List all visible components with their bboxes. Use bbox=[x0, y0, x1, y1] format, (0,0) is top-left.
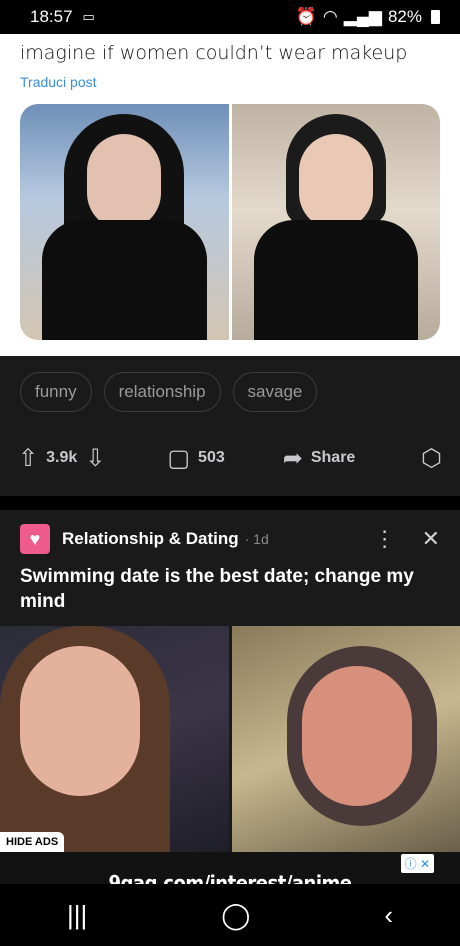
tag-savage[interactable]: savage bbox=[232, 372, 318, 412]
back-icon[interactable]: ‹ bbox=[384, 900, 393, 931]
more-icon[interactable]: ⋮ bbox=[374, 526, 396, 552]
signal-icon: ▂▄▆ bbox=[343, 7, 382, 26]
clock: 18:57 bbox=[30, 7, 73, 26]
award-icon[interactable]: ⬡ bbox=[421, 444, 442, 473]
tag-relationship[interactable]: relationship bbox=[103, 372, 221, 412]
translate-link[interactable]: Traduci post bbox=[20, 74, 440, 90]
heart-icon: ♥ bbox=[20, 524, 50, 554]
share-icon: ➦ bbox=[282, 444, 303, 472]
comment-button[interactable]: ▢ 503 bbox=[167, 444, 224, 473]
notification-icon: ▭ bbox=[82, 9, 95, 24]
vote-group: ⇧ 3.9k ⇩ bbox=[18, 444, 105, 473]
post-age: · 1d bbox=[244, 531, 269, 547]
comment-count: 503 bbox=[198, 449, 225, 466]
post-image-left bbox=[0, 626, 229, 852]
upvote-icon[interactable]: ⇧ bbox=[18, 444, 38, 473]
divider bbox=[0, 496, 460, 510]
post-header: ♥ Relationship & Dating · 1d ⋮ ✕ bbox=[20, 524, 440, 554]
post-image[interactable]: HIDE ADS bbox=[0, 626, 460, 852]
share-label: Share bbox=[310, 449, 356, 466]
post-title[interactable]: Swimming date is the best date; change m… bbox=[20, 564, 440, 614]
tweet-card[interactable]: imagine if women couldn’t wear makeup Tr… bbox=[0, 34, 460, 356]
hide-ads-button[interactable]: HIDE ADS bbox=[0, 832, 65, 852]
system-nav-bar: ||| ◯ ‹ bbox=[0, 884, 460, 946]
battery-level: 82% bbox=[387, 7, 422, 26]
share-button[interactable]: ➦ Share bbox=[283, 444, 356, 473]
upvote-count: 3.9k bbox=[46, 449, 78, 466]
recent-apps-icon[interactable]: ||| bbox=[67, 900, 87, 931]
post-actions: ⇧ 3.9k ⇩ ▢ 503 ➦ Share ⬡ bbox=[0, 428, 460, 496]
alarm-icon: ⏰ bbox=[295, 7, 317, 26]
post-image-right bbox=[231, 626, 460, 852]
tags-bar: funny relationship savage bbox=[0, 356, 460, 428]
home-icon[interactable]: ◯ bbox=[221, 900, 250, 931]
wifi-icon: ◠ bbox=[322, 7, 338, 26]
tweet-text: imagine if women couldn’t wear makeup bbox=[20, 42, 408, 64]
tweet-images[interactable] bbox=[20, 104, 440, 340]
close-icon[interactable]: ✕ bbox=[422, 526, 440, 552]
downvote-icon[interactable]: ⇩ bbox=[85, 444, 105, 473]
status-bar: 18:57 ▭ ⏰ ◠ ▂▄▆ 82% bbox=[0, 0, 460, 34]
post-card[interactable]: ♥ Relationship & Dating · 1d ⋮ ✕ Swimmin… bbox=[0, 510, 460, 914]
battery-icon bbox=[431, 10, 440, 24]
section-name[interactable]: Relationship & Dating bbox=[62, 529, 239, 549]
tweet-image-no-makeup[interactable] bbox=[231, 104, 440, 340]
ad-choices-icon[interactable]: ⓘ ✕ bbox=[400, 854, 434, 873]
tweet-image-makeup[interactable] bbox=[20, 104, 229, 340]
tag-funny[interactable]: funny bbox=[20, 372, 92, 412]
comment-icon: ▢ bbox=[167, 444, 191, 472]
